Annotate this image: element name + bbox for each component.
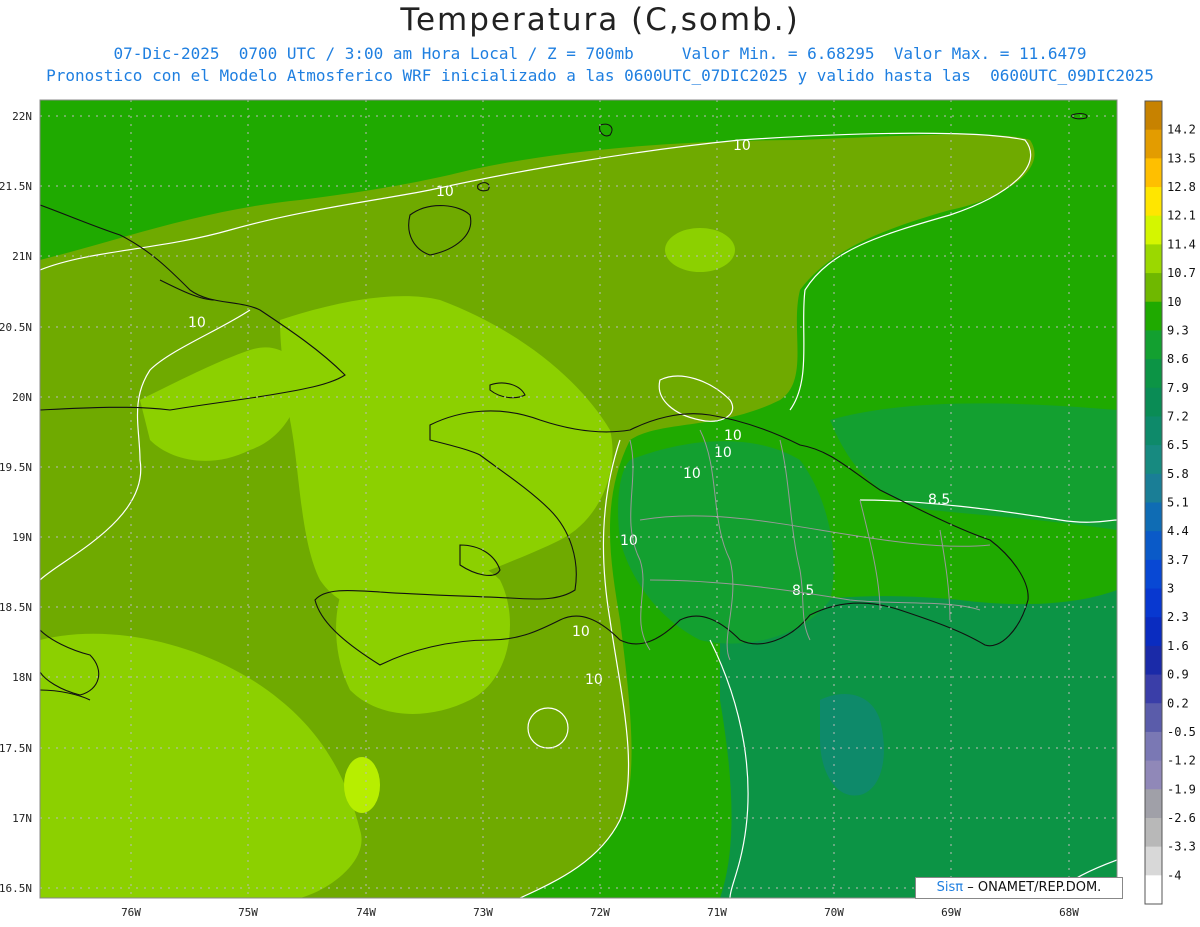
colorbar-swatch xyxy=(1145,187,1162,217)
lon-tick: 70W xyxy=(824,906,844,919)
colorbar-label: -1.9 xyxy=(1167,782,1196,796)
colorbar-label: 5.8 xyxy=(1167,467,1189,481)
lon-tick: 69W xyxy=(941,906,961,919)
colorbar-label: 11.4 xyxy=(1167,237,1196,251)
colorbar-swatch xyxy=(1145,875,1162,905)
colorbar-swatch xyxy=(1145,129,1162,159)
colorbar-label: -0.5 xyxy=(1167,725,1196,739)
colorbar-label: 14.2 xyxy=(1167,123,1196,137)
colorbar-label: 3.7 xyxy=(1167,553,1189,567)
colorbar-swatch xyxy=(1145,158,1162,188)
colorbar-label: -4 xyxy=(1167,868,1181,882)
temperature-map: 10 10 10 10 10 10 10 10 10 8.5 8.5 22N 2… xyxy=(0,99,1196,919)
colorbar-swatch xyxy=(1145,273,1162,303)
lat-tick: 21.5N xyxy=(0,180,32,193)
colorbar-label: 12.8 xyxy=(1167,180,1196,194)
colorbar-swatch xyxy=(1145,502,1162,532)
contour-label: 10 xyxy=(572,624,590,640)
contour-label: 10 xyxy=(724,428,742,444)
colorbar-label: 3 xyxy=(1167,582,1174,596)
colorbar-label: 13.5 xyxy=(1167,151,1196,165)
contour-label: 8.5 xyxy=(792,583,814,599)
colorbar-swatch xyxy=(1145,101,1162,131)
colorbar-swatch xyxy=(1145,473,1162,503)
colorbar-label: 12.1 xyxy=(1167,209,1196,223)
lon-tick: 74W xyxy=(356,906,376,919)
colorbar-label: 10 xyxy=(1167,295,1181,309)
colorbar-label: 9.3 xyxy=(1167,323,1189,337)
colorbar-label: 0.2 xyxy=(1167,696,1189,710)
lat-tick: 19N xyxy=(12,531,32,544)
colorbar-swatch xyxy=(1145,559,1162,590)
lat-tick: 19.5N xyxy=(0,461,32,474)
colorbar-swatch xyxy=(1145,817,1162,848)
colorbar-label: 10.7 xyxy=(1167,266,1196,280)
lon-tick: 68W xyxy=(1059,906,1079,919)
colorbar-swatch xyxy=(1145,760,1162,790)
colorbar: 14.2 13.5 12.8 12.1 11.4 10.7 10 9.3 8.6 7.9 7.2 6.… xyxy=(1144,100,1196,905)
credit-text: – ONAMET/REP.DOM. xyxy=(967,880,1102,895)
lat-tick: 17.5N xyxy=(0,742,32,755)
colorbar-label: 7.2 xyxy=(1167,409,1189,423)
colorbar-label: 8.6 xyxy=(1167,352,1189,366)
colorbar-swatch xyxy=(1145,416,1162,446)
colorbar-label: 7.9 xyxy=(1167,381,1189,395)
lat-tick: 17N xyxy=(12,812,32,825)
colorbar-swatch xyxy=(1145,244,1162,274)
contour-label: 10 xyxy=(188,315,206,331)
colorbar-swatch xyxy=(1145,674,1162,704)
contour-label: 8.5 xyxy=(928,492,950,508)
brand-logo: Sisπ xyxy=(936,880,964,895)
longitude-axis: 76W 75W 74W 73W 72W 71W 70W 69W 68W xyxy=(121,906,1079,919)
credit-box: Sisπ – ONAMET/REP.DOM. xyxy=(915,877,1123,899)
lat-tick: 18N xyxy=(12,671,32,684)
colorbar-swatch xyxy=(1145,359,1162,389)
colorbar-swatch xyxy=(1145,215,1162,245)
colorbar-label: -1.2 xyxy=(1167,754,1196,768)
contour-label: 10 xyxy=(436,184,454,200)
lat-tick: 18.5N xyxy=(0,601,32,614)
lon-tick: 72W xyxy=(590,906,610,919)
lon-tick: 75W xyxy=(238,906,258,919)
colorbar-swatch xyxy=(1145,445,1162,475)
colorbar-swatch xyxy=(1145,301,1162,331)
lon-tick: 76W xyxy=(121,906,141,919)
lat-tick: 20N xyxy=(12,391,32,404)
colorbar-swatch xyxy=(1145,731,1162,762)
colorbar-label: -3.3 xyxy=(1167,840,1196,854)
lat-tick: 16.5N xyxy=(0,882,32,895)
latitude-axis: 22N 21.5N 21N 20.5N 20N 19.5N 19N 18.5N … xyxy=(0,110,32,895)
colorbar-swatch xyxy=(1145,703,1162,733)
lat-tick: 20.5N xyxy=(0,321,32,334)
contour-label: 10 xyxy=(683,466,701,482)
colorbar-swatch xyxy=(1145,645,1162,676)
lon-tick: 71W xyxy=(707,906,727,919)
colorbar-swatch xyxy=(1145,789,1162,819)
lat-tick: 22N xyxy=(12,110,32,123)
colorbar-label: 2.3 xyxy=(1167,610,1189,624)
colorbar-swatch xyxy=(1145,588,1162,618)
colorbar-label: 5.1 xyxy=(1167,496,1189,510)
colorbar-swatch xyxy=(1145,330,1162,360)
temperature-field xyxy=(40,100,1117,898)
colorbar-swatch xyxy=(1145,531,1162,561)
colorbar-label: 6.5 xyxy=(1167,438,1189,452)
colorbar-label: 0.9 xyxy=(1167,668,1189,682)
lon-tick: 73W xyxy=(473,906,493,919)
colorbar-label: 1.6 xyxy=(1167,639,1189,653)
lat-tick: 21N xyxy=(12,250,32,263)
colorbar-label: 4.4 xyxy=(1167,524,1189,538)
colorbar-label: -2.6 xyxy=(1167,811,1196,825)
colorbar-swatch xyxy=(1145,387,1162,417)
colorbar-swatch xyxy=(1145,846,1162,876)
contour-label: 10 xyxy=(733,138,751,154)
colorbar-swatch xyxy=(1145,617,1162,647)
